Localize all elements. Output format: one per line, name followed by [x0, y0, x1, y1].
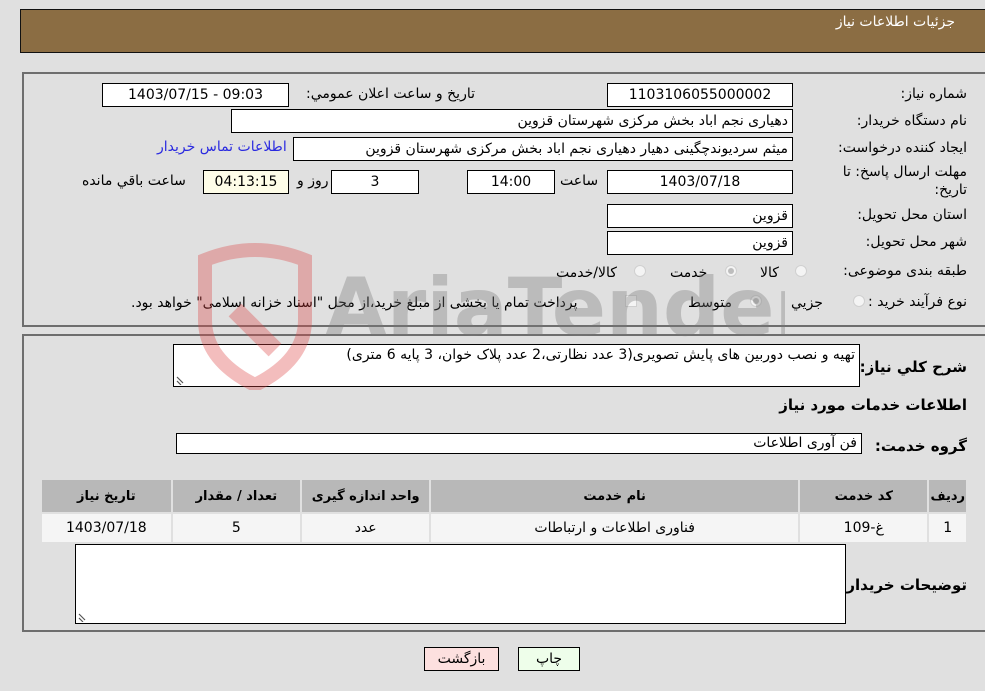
buyer-notes-textarea[interactable] [75, 544, 846, 624]
cell-need-date: 1403/07/18 [40, 512, 173, 544]
page-title: جزئیات اطلاعات نیاز [835, 14, 955, 30]
deadline-time-field: 14:00 [467, 170, 555, 194]
cell-service-name: فناوری اطلاعات و ارتباطات [429, 512, 801, 544]
category-option-goods-service: کالا/خدمت [556, 265, 617, 281]
service-group-field: فن آوری اطلاعات [176, 433, 862, 454]
deadline-date-field: 1403/07/18 [607, 170, 793, 194]
need-number-label: شماره نیاز: [900, 86, 968, 102]
creator-field: میثم سردیوندچگینی دهیار دهیاری نجم اباد … [293, 137, 793, 161]
description-text: تهیه و نصب دوربین های پایش تصویری(3 عدد … [346, 347, 855, 363]
process-option-medium: متوسط [688, 295, 732, 311]
buyer-contact-link[interactable]: اطلاعات تماس خریدار [157, 139, 287, 155]
resize-grip-icon[interactable] [175, 375, 185, 385]
col-service-code: کد خدمت [798, 478, 930, 514]
category-radio-goods[interactable] [795, 265, 807, 277]
col-row-number: رديف [927, 478, 968, 514]
table-row: 1 غ-109 فناوری اطلاعات و ارتباطات عدد 5 … [40, 512, 968, 544]
buyer-notes-label: توضيحات خريدار: [840, 576, 967, 594]
province-label: استان محل تحویل: [857, 207, 967, 223]
category-label: طبقه بندی موضوعی: [843, 263, 967, 279]
deadline-label: مهلت ارسال پاسخ: تا [842, 164, 967, 180]
announce-date-field: 1403/07/15 - 09:03 [102, 83, 289, 107]
treasury-checkbox-label: پرداخت تمام یا بخشی از مبلغ خرید،از محل … [131, 295, 578, 311]
process-radio-medium[interactable] [750, 295, 762, 307]
buyer-org-label: نام دستگاه خریدار: [856, 113, 967, 129]
process-label: نوع فرآیند خرید : [868, 294, 967, 310]
need-number-field: 1103106055000002 [607, 83, 793, 107]
process-option-minor: جزيي [791, 295, 823, 311]
deadline-label-2: تاریخ: [934, 182, 967, 198]
treasury-checkbox[interactable] [625, 295, 637, 307]
remaining-time-label: ساعت باقي مانده [82, 173, 186, 189]
description-textarea[interactable]: تهیه و نصب دوربین های پایش تصویری(3 عدد … [173, 344, 860, 387]
city-field: قزوین [607, 231, 793, 255]
creator-label: ایجاد کننده درخواست: [838, 140, 967, 156]
cell-unit: عدد [300, 512, 432, 544]
table-header-row: رديف کد خدمت نام خدمت واحد اندازه گيری ت… [40, 478, 968, 514]
province-field: قزوین [607, 204, 793, 228]
col-quantity: تعداد / مقدار [170, 478, 303, 514]
category-radio-goods-service[interactable] [634, 265, 646, 277]
city-label: شهر محل تحویل: [865, 234, 967, 250]
announce-date-label: تاريخ و ساعت اعلان عمومي: [306, 86, 475, 102]
col-service-name: نام خدمت [429, 478, 801, 514]
resize-grip-icon[interactable] [77, 612, 87, 622]
cell-service-code: غ-109 [798, 512, 930, 544]
days-remaining-field: 3 [331, 170, 419, 194]
service-group-label: گروه خدمت: [874, 437, 967, 455]
category-option-service: خدمت [670, 265, 708, 281]
category-radio-service[interactable] [725, 265, 737, 277]
cell-quantity: 5 [170, 512, 303, 544]
deadline-time-label: ساعت [560, 173, 599, 189]
col-need-date: تاريخ نياز [40, 478, 173, 514]
cell-row-number: 1 [927, 512, 968, 544]
description-label: شرح کلي نياز: [859, 358, 967, 376]
col-unit: واحد اندازه گيری [300, 478, 432, 514]
days-label: روز و [297, 173, 329, 189]
print-button[interactable]: چاپ [518, 647, 580, 671]
services-table: رديف کد خدمت نام خدمت واحد اندازه گيری ت… [40, 478, 968, 544]
category-option-goods: کالا [760, 265, 779, 281]
process-radio-minor[interactable] [853, 295, 865, 307]
services-heading: اطلاعات خدمات مورد نياز [779, 396, 967, 414]
buyer-org-field: دهیاری نجم اباد بخش مرکزی شهرستان قزوین [231, 109, 793, 133]
announce-date-value: 1403/07/15 - 09:03 [128, 87, 263, 103]
back-button[interactable]: بازگشت [424, 647, 499, 671]
remaining-time-field: 04:13:15 [203, 170, 289, 194]
